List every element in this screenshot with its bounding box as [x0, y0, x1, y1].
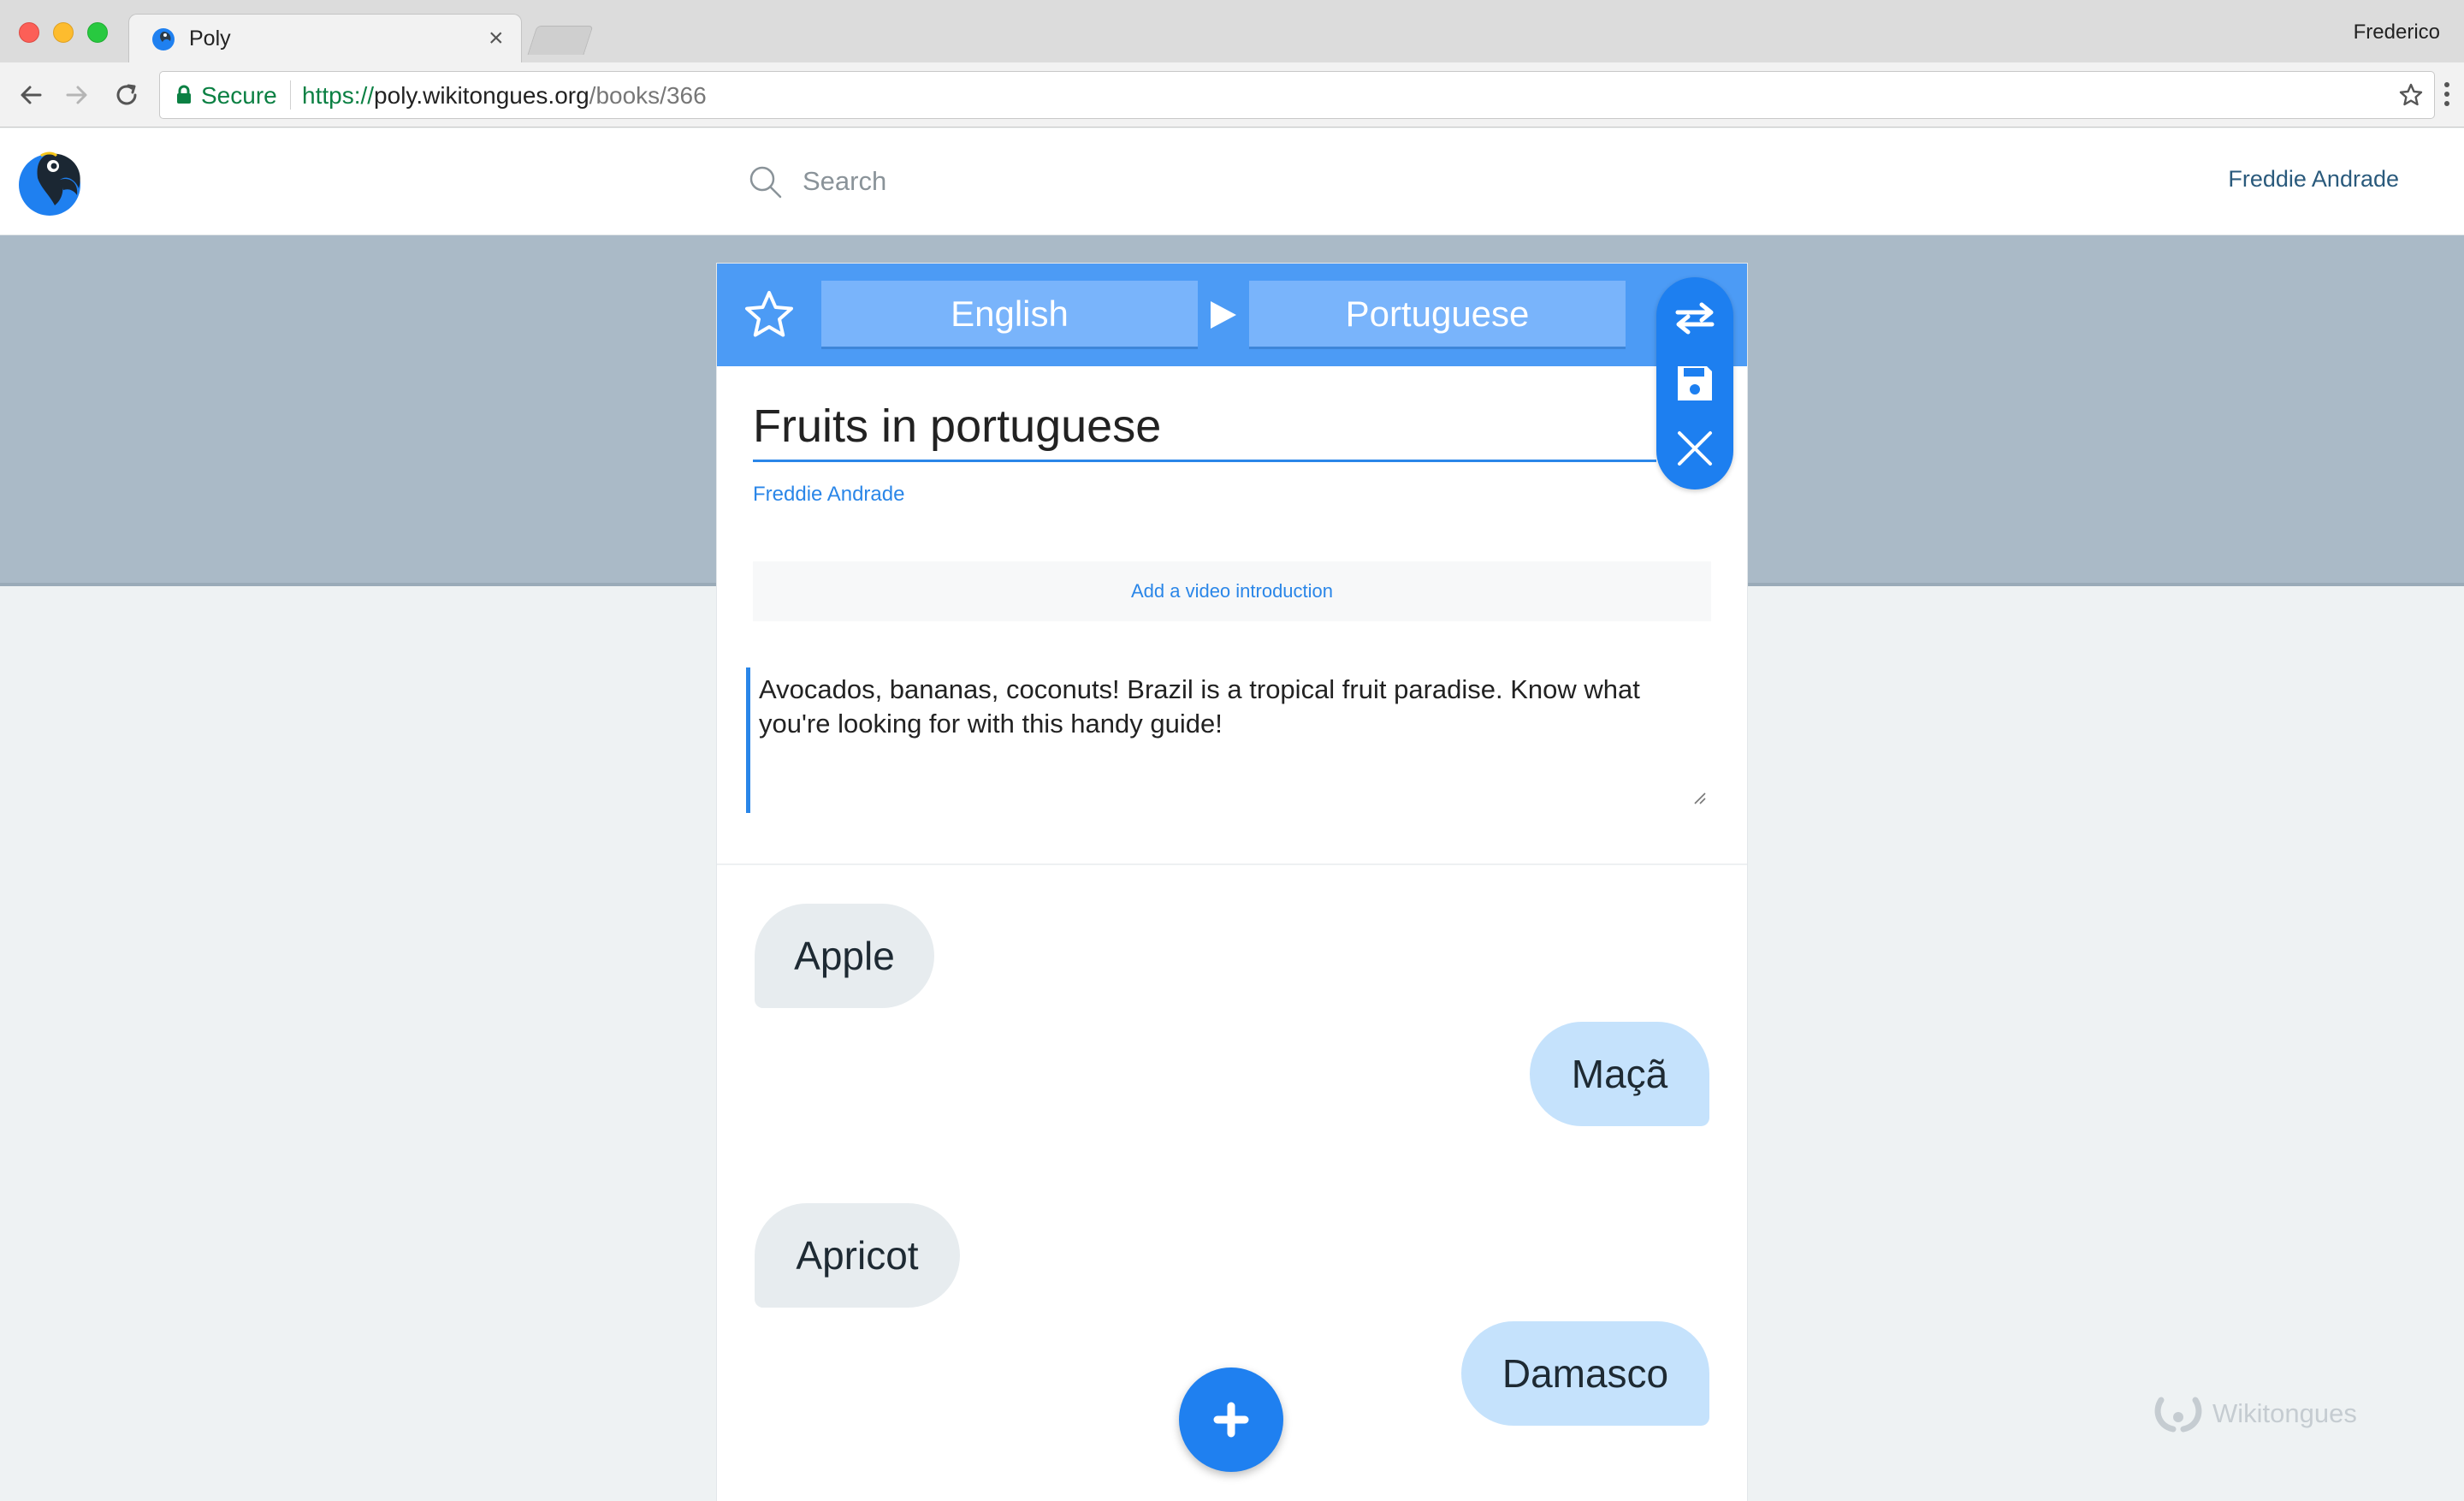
phrase-source-bubble[interactable]: Apricot	[755, 1203, 960, 1308]
search-input[interactable]	[801, 159, 1314, 204]
address-bar[interactable]: Secure https://poly.wikitongues.org/book…	[159, 71, 2435, 119]
section-divider	[717, 863, 1747, 865]
resize-grip-icon[interactable]	[1692, 791, 1706, 804]
poly-favicon-icon	[152, 28, 175, 50]
secure-label: Secure	[201, 82, 277, 109]
browser-tab[interactable]: Poly ×	[128, 14, 522, 63]
lock-icon	[177, 85, 191, 104]
url-host: poly.wikitongues.org	[374, 82, 589, 109]
source-language-select[interactable]: English	[821, 281, 1198, 349]
swap-languages-button[interactable]	[1669, 293, 1721, 344]
browser-tab-bar: Poly × Frederico	[0, 0, 2464, 63]
address-divider	[290, 80, 291, 110]
target-language-select[interactable]: Portuguese	[1249, 281, 1626, 349]
forward-button[interactable]	[58, 76, 96, 114]
wikitongues-logo-icon	[2154, 1397, 2202, 1433]
poly-parrot-logo-icon[interactable]	[15, 145, 87, 217]
window-close-button[interactable]	[19, 22, 39, 43]
add-video-intro-button[interactable]: Add a video introduction	[753, 561, 1711, 621]
browser-menu-icon[interactable]	[2443, 81, 2450, 107]
back-arrow-icon	[21, 86, 42, 104]
header-user-link[interactable]: Freddie Andrade	[2228, 166, 2399, 193]
swap-arrows-icon	[1675, 302, 1715, 335]
author-link[interactable]: Freddie Andrade	[753, 483, 904, 507]
reload-button[interactable]	[108, 76, 145, 114]
close-editor-button[interactable]	[1669, 423, 1721, 474]
window-zoom-button[interactable]	[87, 22, 108, 43]
language-bar: English Portuguese	[717, 264, 1747, 366]
tab-close-icon[interactable]: ×	[489, 23, 504, 54]
url-scheme: https://	[302, 82, 375, 109]
url-path: /books/366	[589, 82, 707, 109]
add-phrase-button[interactable]	[1179, 1368, 1283, 1472]
play-arrow-icon	[1211, 301, 1236, 329]
phrase-target-bubble[interactable]: Damasco	[1461, 1321, 1709, 1426]
wikitongues-watermark: Wikitongues	[2153, 1395, 2357, 1433]
app-header: Freddie Andrade	[0, 128, 2464, 235]
tab-title: Poly	[189, 27, 231, 50]
back-button[interactable]	[12, 76, 50, 114]
plus-icon	[1213, 1402, 1249, 1438]
save-icon	[1678, 366, 1712, 400]
star-icon[interactable]	[743, 289, 796, 341]
profile-name[interactable]: Frederico	[2354, 21, 2440, 44]
save-button[interactable]	[1669, 358, 1721, 409]
editor-action-pill	[1656, 277, 1733, 489]
url-text[interactable]: https://poly.wikitongues.org/books/366	[302, 82, 707, 110]
window-minimize-button[interactable]	[53, 22, 74, 43]
bookmark-star-icon[interactable]	[2398, 82, 2424, 108]
search-icon	[749, 166, 782, 199]
book-editor-card: English Portuguese Freddie Andrade	[717, 264, 1747, 1501]
description-textarea[interactable]: Avocados, bananas, coconuts! Brazil is a…	[746, 667, 1711, 813]
forward-arrow-icon	[66, 86, 87, 104]
book-title-input[interactable]	[753, 392, 1656, 462]
reload-icon	[116, 84, 137, 105]
browser-toolbar: Secure https://poly.wikitongues.org/book…	[0, 62, 2464, 128]
close-icon	[1678, 431, 1712, 466]
phrase-target-bubble[interactable]: Maçã	[1530, 1022, 1709, 1126]
phrase-source-bubble[interactable]: Apple	[755, 904, 934, 1008]
watermark-text: Wikitongues	[2212, 1398, 2357, 1428]
new-tab-button[interactable]	[527, 26, 594, 55]
